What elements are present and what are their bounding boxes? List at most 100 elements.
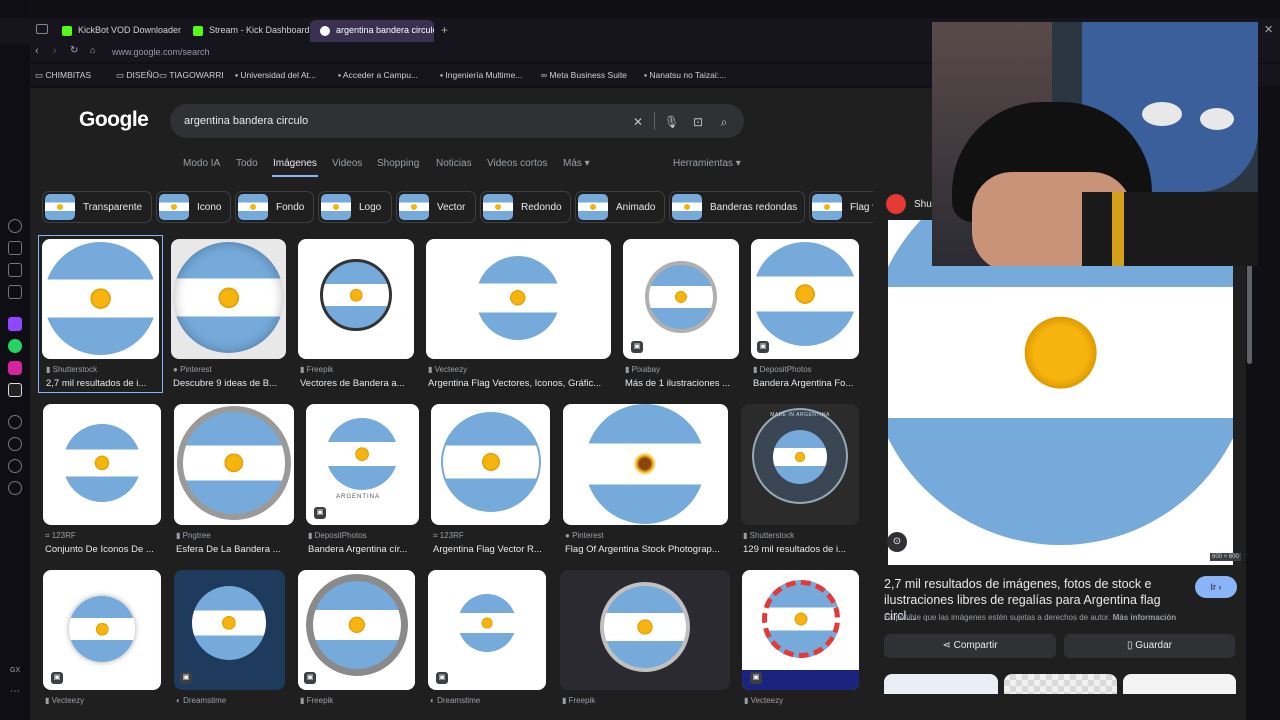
tools-button[interactable]: Herramientas ▾ <box>673 158 741 169</box>
chip-icono[interactable]: Icono <box>156 191 231 223</box>
result-title[interactable]: Descubre 9 ideas de B... <box>173 378 285 389</box>
bookmark-item[interactable]: ▪ Nanatsu no Taizai:... <box>644 70 726 80</box>
tab-imagenes[interactable]: Imágenes <box>273 158 317 169</box>
tiktok-icon[interactable] <box>8 383 22 397</box>
close-window-icon[interactable]: ✕ <box>1264 23 1273 36</box>
tab-kickbot[interactable]: KickBot VOD Downloader <box>52 20 182 42</box>
result-card[interactable]: ▮ Shutterstock 2,7 mil resultados de i..… <box>38 235 163 393</box>
result-thumbnail[interactable]: ▣ <box>623 239 739 359</box>
home-icon[interactable]: ⌂ <box>90 45 95 55</box>
result-thumbnail[interactable]: ▣ <box>428 570 546 690</box>
bookmark-item[interactable]: ▭ CHIMBITAS <box>35 70 91 81</box>
back-arrow-icon[interactable]: ‹ <box>35 45 39 57</box>
result-thumbnail[interactable]: ▣ <box>298 570 415 690</box>
result-title[interactable]: Flag Of Argentina Stock Photograp... <box>565 544 725 555</box>
result-source[interactable]: ▮ Pixabay <box>625 365 735 374</box>
result-card[interactable]: ▮ Pngtree Esfera De La Bandera ... <box>174 404 294 556</box>
result-source[interactable]: ▮ Pngtree <box>176 531 291 540</box>
result-title[interactable]: Conjunto De Iconos De ... <box>45 544 160 555</box>
clear-search-icon[interactable]: ✕ <box>631 115 645 129</box>
chip-banderas-redondas[interactable]: Banderas redondas <box>669 191 805 223</box>
reload-icon[interactable]: ↻ <box>70 45 78 56</box>
url-field[interactable]: www.google.com/search <box>112 47 210 57</box>
result-card[interactable]: ● Pinterest Flag Of Argentina Stock Phot… <box>563 404 728 556</box>
result-thumbnail[interactable]: ▣ <box>751 239 859 359</box>
result-source[interactable]: ▮ Shutterstock <box>46 365 156 374</box>
result-source[interactable]: ⌗ 123RF <box>45 531 160 541</box>
result-title[interactable]: Vectores de Bandera a... <box>300 378 412 389</box>
chip-fondo[interactable]: Fondo <box>235 191 314 223</box>
tab-shopping[interactable]: Shopping <box>377 158 419 169</box>
result-source[interactable]: ▮ Vecteezy <box>428 365 608 374</box>
related-image-thumbnail[interactable] <box>1004 674 1117 694</box>
sidebar-shop-icon[interactable] <box>8 241 22 255</box>
result-source[interactable]: ▮ Freepik <box>300 696 410 705</box>
chip-redondo[interactable]: Redondo <box>480 191 571 223</box>
result-thumbnail[interactable] <box>171 239 286 359</box>
chip-transparente[interactable]: Transparente <box>42 191 152 223</box>
result-source[interactable]: ▮ Freepik <box>300 365 410 374</box>
tab-todo[interactable]: Todo <box>236 158 258 169</box>
tab-videos[interactable]: Videos <box>332 158 362 169</box>
result-thumbnail[interactable]: MADE IN ARGENTINA <box>741 404 859 525</box>
microphone-icon[interactable]: 🎙 <box>664 115 679 129</box>
chip-vector[interactable]: Vector <box>396 191 476 223</box>
tab-overview-icon[interactable] <box>36 24 48 34</box>
lens-camera-icon[interactable]: ⊡ <box>691 115 705 129</box>
tab-modo-ia[interactable]: Modo IA <box>183 158 220 169</box>
tab-noticias[interactable]: Noticias <box>436 158 472 169</box>
result-thumbnail[interactable] <box>174 404 294 525</box>
history-icon[interactable] <box>8 437 22 451</box>
result-source[interactable]: ▮ DepositPhotos <box>753 365 858 374</box>
result-source[interactable]: ▮ DepositPhotos <box>308 531 418 540</box>
bookmark-item[interactable]: ▪ Ingeniería Multime... <box>440 70 522 80</box>
more-options-icon[interactable]: ⋯ <box>10 686 20 697</box>
result-title[interactable]: Argentina Flag Vectores, Iconos, Gráfic.… <box>428 378 608 389</box>
related-image-thumbnail[interactable] <box>884 674 998 694</box>
visit-button[interactable]: Ir › <box>1195 576 1237 598</box>
share-button[interactable]: ⋖ Compartir <box>884 634 1056 658</box>
result-thumbnail[interactable] <box>298 239 414 359</box>
settings-gear-icon[interactable] <box>8 481 22 495</box>
bookmark-item[interactable]: ▪ Universidad del At... <box>235 70 316 80</box>
result-title[interactable]: Más de 1 ilustraciones ... <box>625 378 737 389</box>
preview-source[interactable]: Shu <box>914 199 932 210</box>
result-source[interactable]: ● Pinterest <box>173 365 283 374</box>
sidebar-news-icon[interactable] <box>8 263 22 277</box>
result-thumbnail[interactable]: ▣ <box>742 570 859 690</box>
result-card[interactable]: ▣ ▮ Vecteezy <box>742 570 859 705</box>
result-source[interactable]: ● Pinterest <box>565 531 725 540</box>
result-card[interactable]: ▮ Freepik <box>560 570 730 705</box>
chip-flag[interactable]: Flag v <box>809 191 873 223</box>
result-thumbnail[interactable] <box>43 404 161 525</box>
result-source[interactable]: ◐ Dreamstime <box>176 696 284 705</box>
result-card[interactable]: ▣ ▮ Vecteezy <box>43 570 161 705</box>
result-title[interactable]: Bandera Argentina cír... <box>308 544 418 555</box>
result-source[interactable]: ▮ Freepik <box>562 696 727 705</box>
result-thumbnail[interactable] <box>426 239 611 359</box>
sidebar-mail-icon[interactable] <box>8 285 22 299</box>
result-thumbnail[interactable] <box>431 404 550 525</box>
result-title[interactable]: Esfera De La Bandera ... <box>176 544 291 555</box>
result-source[interactable]: ▮ Vecteezy <box>45 696 160 705</box>
result-thumbnail[interactable]: ▣ <box>43 570 161 690</box>
result-source[interactable]: ▮ Vecteezy <box>744 696 859 705</box>
result-thumbnail[interactable]: ARGENTINA ▣ <box>306 404 419 525</box>
result-card[interactable]: ▣ ◐ Dreamstime <box>174 570 285 705</box>
instagram-icon[interactable] <box>8 361 22 375</box>
search-query-text[interactable]: argentina bandera circulo <box>184 115 308 127</box>
result-card[interactable]: ARGENTINA ▣ ▮ DepositPhotos Bandera Argen… <box>306 404 419 556</box>
more-info-link[interactable]: Más información <box>1113 613 1177 622</box>
related-image-thumbnail[interactable] <box>1123 674 1236 694</box>
panel-scrollbar[interactable] <box>1247 258 1252 364</box>
search-icon[interactable]: ⌕ <box>717 115 731 129</box>
result-thumbnail[interactable] <box>563 404 728 525</box>
result-card[interactable]: ▣ ▮ Freepik <box>298 570 415 705</box>
result-title[interactable]: Argentina Flag Vector R... <box>433 544 548 555</box>
whatsapp-icon[interactable] <box>8 339 22 353</box>
result-card[interactable]: ▣ ▮ DepositPhotos Bandera Argentina Fo..… <box>751 239 859 389</box>
result-source[interactable]: ▮ Shutterstock <box>743 531 858 540</box>
result-thumbnail[interactable]: ▣ <box>174 570 285 690</box>
result-card[interactable]: ⌗ 123RF Argentina Flag Vector R... <box>431 404 550 556</box>
lens-search-icon[interactable]: ⊙ <box>887 532 907 552</box>
